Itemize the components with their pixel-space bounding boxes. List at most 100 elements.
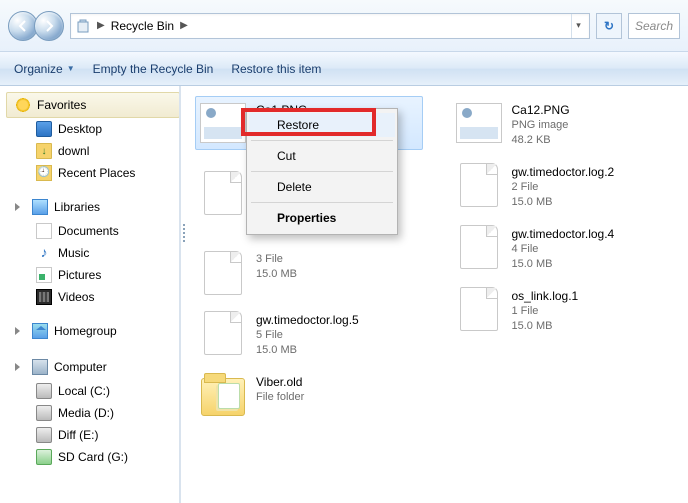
sidebar-group-libraries[interactable]: Libraries: [6, 194, 180, 220]
file-item[interactable]: Ca12.PNG PNG image 48.2 KB: [451, 96, 679, 152]
expand-icon: [15, 363, 24, 371]
breadcrumb-chevron-icon[interactable]: ▶: [95, 20, 107, 31]
breadcrumb-location[interactable]: Recycle Bin: [111, 19, 174, 33]
breadcrumb-chevron-icon[interactable]: ▶: [178, 20, 190, 31]
menu-item-label: Restore: [277, 118, 319, 132]
file-type: 5 File: [256, 328, 359, 343]
refresh-button[interactable]: ↻: [596, 13, 622, 39]
sidebar-item-music[interactable]: ♪Music: [32, 242, 180, 264]
sidebar-item-label: Desktop: [58, 122, 102, 136]
sidebar-group-computer[interactable]: Computer: [6, 354, 180, 380]
thumbnail-icon: [456, 100, 502, 146]
restore-item-button[interactable]: Restore this item: [231, 62, 321, 76]
sidebar-item-label: Documents: [58, 224, 119, 238]
sidebar-item-label: Local (C:): [58, 384, 110, 398]
star-icon: [15, 97, 31, 113]
file-size: 15.0 MB: [512, 257, 615, 272]
sidebar-item-label: SD Card (G:): [58, 450, 128, 464]
file-type: PNG image: [512, 118, 570, 133]
menu-item-label: Delete: [277, 180, 312, 194]
disk-icon: [36, 427, 52, 443]
context-menu: Restore Cut Delete Properties: [246, 108, 398, 235]
forward-button[interactable]: [34, 11, 64, 41]
address-bar[interactable]: ▶ Recycle Bin ▶ ▾: [70, 13, 590, 39]
sidebar-item-recent[interactable]: Recent Places: [32, 162, 180, 184]
sidebar-item-desktop[interactable]: Desktop: [32, 118, 180, 140]
expand-icon: [15, 327, 24, 335]
sidebar-item-pictures[interactable]: Pictures: [32, 264, 180, 286]
search-input[interactable]: Search: [628, 13, 680, 39]
sidebar-item-videos[interactable]: Videos: [32, 286, 180, 308]
file-item[interactable]: gw.timedoctor.log.2 2 File 15.0 MB: [451, 158, 679, 214]
context-menu-delete[interactable]: Delete: [249, 175, 395, 199]
toolbar: Organize ▼ Empty the Recycle Bin Restore…: [0, 52, 688, 86]
sidebar-item-drive-c[interactable]: Local (C:): [32, 380, 180, 402]
context-menu-properties[interactable]: Properties: [249, 206, 395, 230]
file-type: 4 File: [512, 242, 615, 257]
file-type: 3 File: [256, 252, 297, 267]
file-name: Ca12.PNG: [512, 102, 570, 118]
sidebar-item-drive-g[interactable]: SD Card (G:): [32, 446, 180, 468]
sidebar-item-label: Recent Places: [58, 166, 135, 180]
file-icon: [456, 286, 502, 332]
sidebar-item-downloads[interactable]: downl: [32, 140, 180, 162]
file-icon: [200, 250, 246, 296]
file-name: Viber.old: [256, 374, 304, 390]
sidebar-group-homegroup[interactable]: Homegroup: [6, 318, 180, 344]
file-icon: [456, 162, 502, 208]
file-type: 2 File: [512, 180, 615, 195]
disk-icon: [36, 405, 52, 421]
file-name: os_link.log.1: [512, 288, 579, 304]
file-item[interactable]: gw.timedoctor.log.4 4 File 15.0 MB: [451, 220, 679, 276]
file-size: 15.0 MB: [256, 343, 359, 358]
sidebar-item-label: Diff (E:): [58, 428, 98, 442]
file-item[interactable]: gw.timedoctor.log.5 5 File 15.0 MB: [195, 306, 423, 362]
document-icon: [36, 223, 52, 239]
sidebar-item-drive-d[interactable]: Media (D:): [32, 402, 180, 424]
context-menu-restore[interactable]: Restore: [249, 113, 395, 137]
sidebar-item-documents[interactable]: Documents: [32, 220, 180, 242]
address-dropdown[interactable]: ▾: [571, 14, 585, 38]
recent-icon: [36, 165, 52, 181]
music-icon: ♪: [36, 245, 52, 261]
computer-icon: [32, 359, 48, 375]
file-icon: [456, 224, 502, 270]
file-item[interactable]: 3 File 15.0 MB: [195, 246, 423, 300]
recycle-bin-icon: [75, 18, 91, 34]
sidebar-group-favorites[interactable]: Favorites: [6, 92, 180, 118]
navigation-pane: Favorites Desktop downl Recent Places Li…: [0, 86, 181, 503]
context-menu-cut[interactable]: Cut: [249, 144, 395, 168]
sd-card-icon: [36, 449, 52, 465]
file-size: 48.2 KB: [512, 133, 570, 148]
libraries-label: Libraries: [54, 200, 100, 214]
file-name: gw.timedoctor.log.2: [512, 164, 615, 180]
thumbnail-icon: [200, 100, 246, 146]
nav-buttons: [8, 11, 64, 41]
menu-separator: [251, 140, 393, 141]
titlebar: ▶ Recycle Bin ▶ ▾ ↻ Search: [0, 0, 688, 52]
organize-label: Organize: [14, 62, 63, 76]
disk-icon: [36, 383, 52, 399]
sidebar-item-drive-e[interactable]: Diff (E:): [32, 424, 180, 446]
file-item[interactable]: os_link.log.1 1 File 15.0 MB: [451, 282, 679, 338]
file-size: 15.0 MB: [512, 319, 579, 334]
favorites-label: Favorites: [37, 98, 86, 112]
organize-menu[interactable]: Organize ▼: [14, 62, 75, 76]
file-name: gw.timedoctor.log.5: [256, 312, 359, 328]
homegroup-label: Homegroup: [54, 324, 117, 338]
computer-label: Computer: [54, 360, 107, 374]
pictures-icon: [36, 267, 52, 283]
file-type: File folder: [256, 390, 304, 405]
videos-icon: [36, 289, 52, 305]
file-name: gw.timedoctor.log.4: [512, 226, 615, 242]
sidebar-item-label: Videos: [58, 290, 94, 304]
refresh-icon: ↻: [604, 19, 614, 33]
file-size: 15.0 MB: [256, 267, 297, 282]
file-item[interactable]: Viber.old File folder: [195, 368, 423, 422]
restore-item-label: Restore this item: [231, 62, 321, 76]
empty-bin-button[interactable]: Empty the Recycle Bin: [93, 62, 214, 76]
file-size: 15.0 MB: [512, 195, 615, 210]
folder-icon: [200, 372, 246, 418]
empty-bin-label: Empty the Recycle Bin: [93, 62, 214, 76]
sidebar-item-label: downl: [58, 144, 89, 158]
